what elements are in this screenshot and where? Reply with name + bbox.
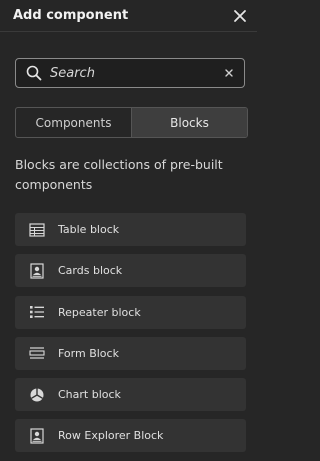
block-label: Chart block	[58, 388, 121, 402]
header-divider	[0, 31, 257, 32]
pie-chart-icon	[30, 388, 44, 402]
search-input[interactable]	[50, 65, 224, 81]
block-item-chart[interactable]: Chart block	[15, 378, 246, 412]
close-icon[interactable]	[233, 9, 247, 23]
list-icon	[30, 306, 44, 319]
blocks-description: Blocks are collections of pre-built comp…	[15, 157, 223, 192]
form-icon	[29, 347, 45, 359]
block-label: Table block	[58, 223, 120, 236]
block-item-form[interactable]: Form Block	[15, 336, 246, 370]
block-label: Form Block	[58, 346, 119, 360]
block-label: Repeater block	[58, 305, 141, 319]
block-label: Cards block	[58, 264, 123, 278]
block-item-table[interactable]: Table block	[15, 213, 246, 246]
panel-title: Add component	[13, 8, 129, 23]
search-field[interactable]	[15, 58, 245, 88]
block-label: Row Explorer Block	[58, 429, 164, 443]
block-item-row-explorer[interactable]: Row Explorer Block	[15, 419, 246, 453]
blocks-list: Table block Cards block Repeater block F…	[15, 213, 246, 461]
clear-icon[interactable]	[224, 68, 234, 78]
tab-blocks[interactable]: Blocks	[131, 108, 247, 137]
search-icon	[26, 65, 42, 81]
tab-components[interactable]: Components	[16, 108, 131, 137]
block-item-repeater[interactable]: Repeater block	[15, 295, 246, 329]
add-component-panel: Add component Components Blocks Blocks a…	[0, 0, 257, 460]
row-explorer-icon	[30, 428, 44, 444]
block-item-cards[interactable]: Cards block	[15, 254, 246, 288]
cards-icon	[30, 263, 44, 279]
table-icon	[29, 222, 45, 237]
tab-group: Components Blocks	[15, 107, 248, 138]
panel-header: Add component	[0, 0, 257, 31]
